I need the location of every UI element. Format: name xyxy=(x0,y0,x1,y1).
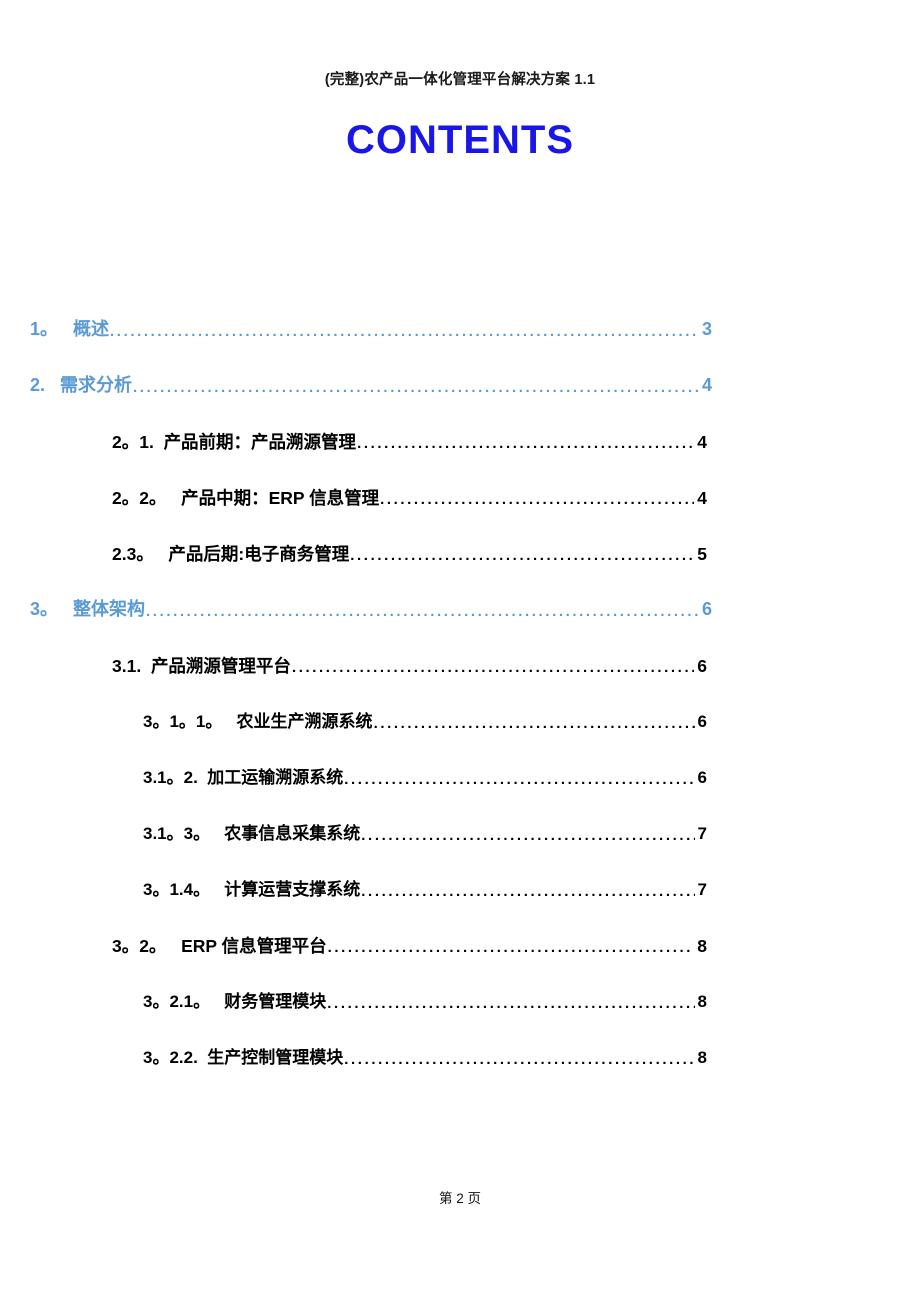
toc-entry-number: 3.1. xyxy=(112,655,142,676)
toc-entry[interactable]: 1。 概述 3 xyxy=(0,284,920,340)
toc-number-gap xyxy=(210,825,219,844)
toc-page-number: 3 xyxy=(701,319,712,340)
toc-entry[interactable]: 3。2.2. 生产控制管理模块 8 xyxy=(0,1012,920,1068)
toc-entry-number: 2.3。 xyxy=(112,543,154,564)
toc-entry-number: 2. xyxy=(30,375,46,396)
toc-entry-label: 加工运输溯源系统 xyxy=(207,768,344,788)
toc-page-number: 6 xyxy=(697,655,707,676)
toc-entry-number: 1。 xyxy=(30,319,59,340)
toc-entry[interactable]: 3。1。1。 农业生产溯源系统 6 xyxy=(0,676,920,732)
toc-entry-number: 3。2.2. xyxy=(143,1048,198,1068)
toc-number-gap xyxy=(222,713,231,732)
toc-dot-leader xyxy=(110,324,699,341)
toc-dot-leader xyxy=(357,436,694,453)
toc-entry-label: 农业生产溯源系统 xyxy=(231,712,373,732)
toc-entry[interactable]: 3。2.1。 财务管理模块 8 xyxy=(0,956,920,1012)
toc-entry-number: 2。2。 xyxy=(112,487,167,508)
toc-entry-number: 2。1. xyxy=(112,431,154,452)
toc-page-number: 8 xyxy=(697,992,707,1012)
table-of-contents: 1。 概述32. 需求分析42。1. 产品前期：产品溯源管理42。2。 产品中期… xyxy=(0,284,920,1068)
toc-dot-leader xyxy=(344,772,694,789)
toc-number-gap xyxy=(154,545,164,564)
toc-dot-leader xyxy=(146,604,699,621)
toc-entry-number: 3。1。1。 xyxy=(143,712,223,732)
toc-entry-label: 概述 xyxy=(73,319,110,340)
toc-entry[interactable]: 3。1.4。 计算运营支撑系统 7 xyxy=(0,844,920,900)
toc-entry[interactable]: 3.1。2. 加工运输溯源系统 6 xyxy=(0,732,920,788)
toc-number-gap xyxy=(210,993,219,1012)
toc-entry[interactable]: 2。1. 产品前期：产品溯源管理 4 xyxy=(0,396,920,452)
toc-entry[interactable]: 2.3。 产品后期:电子商务管理 5 xyxy=(0,508,920,564)
toc-page-number: 4 xyxy=(697,431,707,452)
toc-entry-label: 生产控制管理模块 xyxy=(207,1048,344,1068)
toc-dot-leader xyxy=(374,716,695,733)
page-title: CONTENTS xyxy=(346,118,574,162)
toc-entry-number: 3.1。2. xyxy=(143,768,198,788)
toc-number-gap xyxy=(198,769,207,788)
toc-dot-leader xyxy=(133,380,699,397)
toc-page-number: 6 xyxy=(701,599,712,620)
toc-entry[interactable]: 3.1。3。 农事信息采集系统 7 xyxy=(0,788,920,844)
toc-page-number: 8 xyxy=(697,1048,707,1068)
document-page: (完整)农产品一体化管理平台解决方案 1.1 CONTENTS 1。 概述32.… xyxy=(0,0,920,1302)
toc-entry[interactable]: 2。2。 产品中期：ERP 信息管理 4 xyxy=(0,452,920,508)
toc-page-number: 6 xyxy=(697,768,707,788)
toc-page-number: 4 xyxy=(697,487,707,508)
toc-entry-label: 产品溯源管理平台 xyxy=(150,655,291,676)
toc-entry-label: 产品中期：ERP 信息管理 xyxy=(176,487,380,508)
toc-entry-number: 3。2.1。 xyxy=(143,992,211,1012)
toc-entry-label: 农事信息采集系统 xyxy=(219,824,361,844)
toc-dot-leader xyxy=(344,1052,694,1069)
toc-entry-label: ERP 信息管理平台 xyxy=(176,935,327,956)
toc-entry[interactable]: 3。2。 ERP 信息管理平台 8 xyxy=(0,900,920,956)
toc-entry[interactable]: 3。 整体架构 6 xyxy=(0,564,920,620)
toc-entry[interactable]: 2. 需求分析 4 xyxy=(0,340,920,396)
toc-number-gap xyxy=(154,433,164,452)
toc-number-gap xyxy=(166,937,176,956)
toc-number-gap xyxy=(198,1049,207,1068)
toc-entry-label: 整体架构 xyxy=(73,599,146,620)
toc-dot-leader xyxy=(350,548,694,565)
toc-dot-leader xyxy=(327,996,694,1013)
running-header: (完整)农产品一体化管理平台解决方案 1.1 xyxy=(324,72,596,88)
toc-entry-label: 财务管理模块 xyxy=(219,992,327,1012)
toc-dot-leader xyxy=(380,492,694,509)
toc-entry-number: 3。 xyxy=(30,599,59,620)
toc-page-number: 4 xyxy=(701,375,712,396)
toc-number-gap xyxy=(141,657,151,676)
toc-page-number: 7 xyxy=(697,880,707,900)
toc-dot-leader xyxy=(328,940,695,957)
toc-dot-leader xyxy=(361,828,694,845)
toc-page-number: 7 xyxy=(697,824,707,844)
toc-dot-leader xyxy=(361,884,694,901)
toc-entry-label: 产品前期：产品溯源管理 xyxy=(163,431,357,452)
toc-page-number: 6 xyxy=(697,712,707,732)
toc-entry-number: 3。2。 xyxy=(112,935,167,956)
toc-number-gap xyxy=(45,376,60,396)
toc-number-gap xyxy=(58,600,73,620)
toc-entry-number: 3.1。3。 xyxy=(143,824,211,844)
page-footer: 第 2 页 xyxy=(438,1191,481,1206)
toc-entry[interactable]: 3.1. 产品溯源管理平台 6 xyxy=(0,620,920,676)
toc-entry-label: 产品后期:电子商务管理 xyxy=(163,543,350,564)
toc-number-gap xyxy=(58,320,73,340)
toc-dot-leader xyxy=(292,660,694,677)
toc-number-gap xyxy=(166,489,176,508)
toc-number-gap xyxy=(210,881,219,900)
toc-page-number: 5 xyxy=(697,543,707,564)
toc-entry-label: 需求分析 xyxy=(60,375,133,396)
toc-page-number: 8 xyxy=(697,935,707,956)
toc-entry-label: 计算运营支撑系统 xyxy=(219,880,361,900)
toc-entry-number: 3。1.4。 xyxy=(143,880,211,900)
